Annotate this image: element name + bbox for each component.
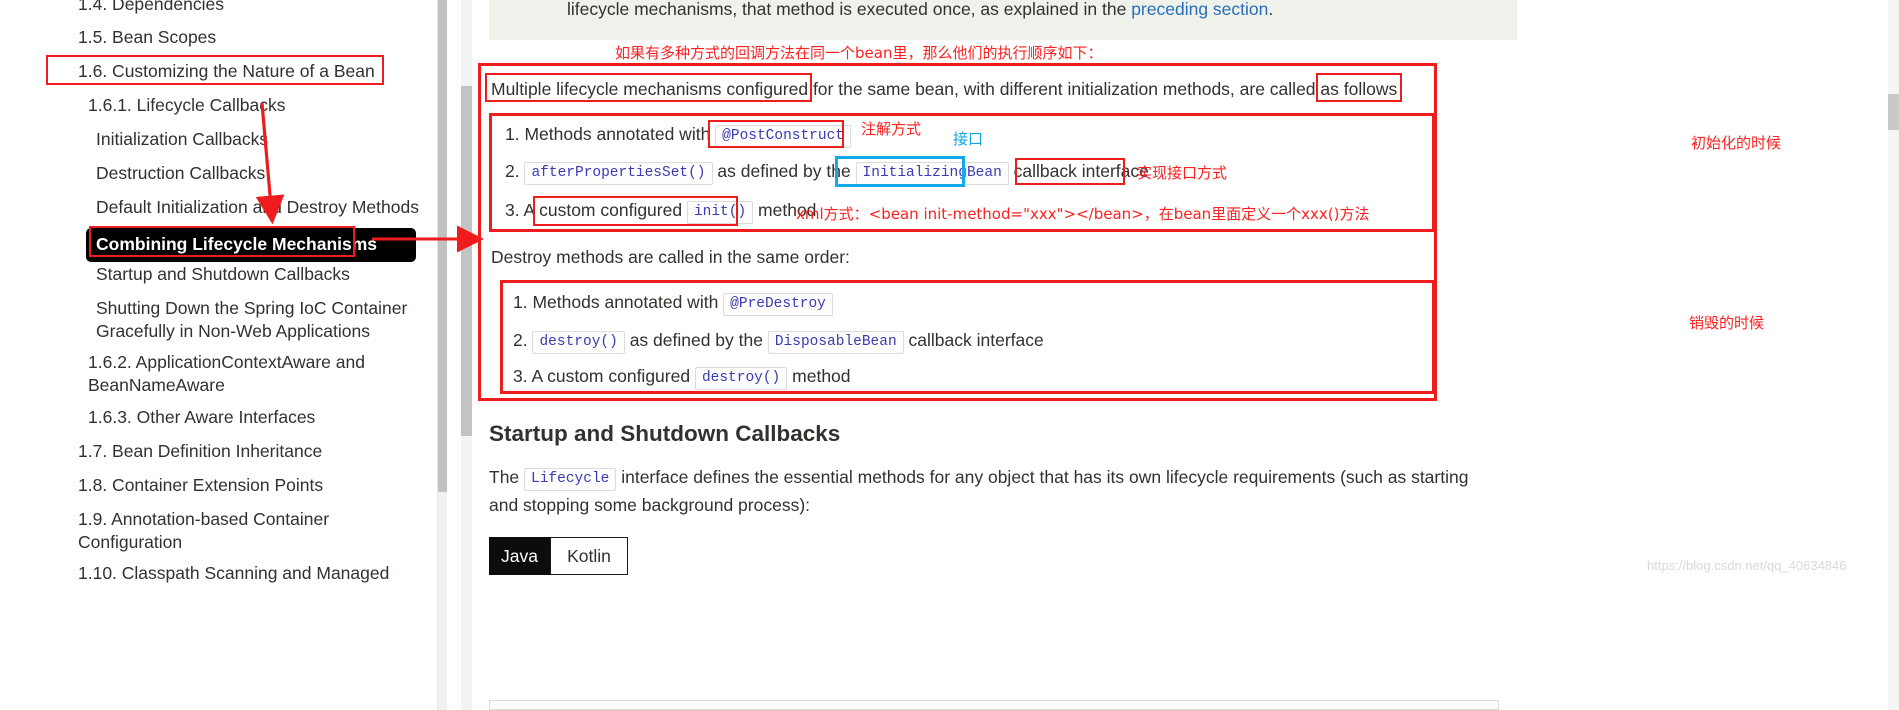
sidebar-item-customizing-nature-of-bean[interactable]: 1.6. Customizing the Nature of a Bean bbox=[78, 60, 437, 83]
destroy-list-item-3: 3. A custom configured destroy() method bbox=[513, 366, 851, 390]
sidebar-item-label: 1.6.1. Lifecycle Callbacks bbox=[88, 95, 286, 115]
list-number: 1. bbox=[513, 292, 528, 312]
destroy-list-item-2: 2. destroy() as defined by the Disposabl… bbox=[513, 330, 1044, 354]
list-number: 2. bbox=[505, 161, 520, 181]
watermark-text: https://blog.csdn.net/qq_40634846 bbox=[1647, 558, 1847, 573]
list-number: 3. bbox=[513, 366, 528, 386]
sidebar-item-label: 1.6.3. Other Aware Interfaces bbox=[88, 407, 316, 427]
admonition-text: lifecycle mechanisms, that method is exe… bbox=[567, 0, 1507, 22]
sidebar-item-label: Destruction Callbacks bbox=[96, 163, 266, 183]
document-content: lifecycle mechanisms, that method is exe… bbox=[447, 0, 1899, 710]
sidebar-item-label: Combining Lifecycle Mechanisms bbox=[96, 234, 378, 254]
list-text-pre: A bbox=[523, 200, 540, 220]
list-text-mid: as defined by the bbox=[629, 330, 768, 350]
intro-paragraph: Multiple lifecycle mechanisms configured… bbox=[491, 76, 1397, 102]
cn-note-destroy-phase: 销毁的时候 bbox=[1689, 314, 1765, 332]
sidebar-item-combining-lifecycle-mechanisms[interactable]: Combining Lifecycle Mechanisms bbox=[86, 228, 416, 262]
list-text: Methods annotated with bbox=[532, 292, 724, 312]
list-text-post: callback interface bbox=[908, 330, 1044, 350]
tab-label: Kotlin bbox=[567, 545, 611, 566]
list-text-post: method bbox=[792, 366, 851, 386]
list-text: Methods annotated with bbox=[524, 124, 716, 144]
code-disposablebean: DisposableBean bbox=[767, 331, 904, 354]
sidebar-item-label: 1.5. Bean Scopes bbox=[78, 27, 217, 47]
init-list-item-2: 2. afterPropertiesSet() as defined by th… bbox=[505, 161, 1149, 185]
cn-note-annotation-way: 注解方式 bbox=[861, 120, 922, 138]
sidebar-scrollbar-thumb[interactable] bbox=[438, 0, 447, 492]
sidebar-item-bean-scopes[interactable]: 1.5. Bean Scopes bbox=[78, 26, 437, 49]
intro-seg-1: Multiple lifecycle mechanisms configured bbox=[491, 79, 809, 99]
intro-seg-3: as follows bbox=[1320, 79, 1398, 99]
init-list-item-3: 3. A custom configured init() method bbox=[505, 200, 816, 224]
sidebar-item-application-context-aware[interactable]: 1.6.2. ApplicationContextAware and BeanN… bbox=[88, 351, 388, 397]
code-initializingbean: InitializingBean bbox=[855, 162, 1009, 185]
admonition-text-after: . bbox=[1268, 0, 1274, 19]
list-number: 2. bbox=[513, 330, 528, 350]
page-scrollbar-thumb[interactable] bbox=[1888, 94, 1899, 130]
list-number: 3. bbox=[505, 200, 520, 220]
code-destroy-custom: destroy() bbox=[694, 367, 788, 390]
cn-note-xml-way: xml方式：<bean init-method="xxx"></bean>，在b… bbox=[796, 205, 1370, 223]
code-lifecycle: Lifecycle bbox=[524, 468, 617, 491]
sidebar-item-label: 1.10. Classpath Scanning and Managed bbox=[78, 563, 390, 583]
list-text-mid: as defined by the bbox=[717, 161, 856, 181]
sidebar-item-container-extension-points[interactable]: 1.8. Container Extension Points bbox=[78, 474, 437, 497]
list-text-pre: A custom configured bbox=[531, 366, 695, 386]
cn-note-interface: 接口 bbox=[953, 130, 984, 148]
document-scrollbar-thumb[interactable] bbox=[461, 86, 472, 436]
sidebar-item-bean-definition-inheritance[interactable]: 1.7. Bean Definition Inheritance bbox=[78, 440, 437, 463]
sidebar-item-default-init-destroy-methods[interactable]: Default Initialization and Destroy Metho… bbox=[96, 196, 436, 219]
tab-java[interactable]: Java bbox=[489, 537, 550, 575]
sidebar-item-label: 1.7. Bean Definition Inheritance bbox=[78, 441, 323, 461]
sidebar-item-dependencies[interactable]: 1.4. Dependencies bbox=[78, 0, 437, 16]
sidebar-item-label: 1.8. Container Extension Points bbox=[78, 475, 324, 495]
sidebar-item-label: Initialization Callbacks bbox=[96, 129, 269, 149]
toc-sidebar: 1.4. Dependencies 1.5. Bean Scopes 1.6. … bbox=[0, 0, 437, 710]
sidebar-item-label: 1.9. Annotation-based Container Configur… bbox=[78, 509, 330, 552]
sidebar-item-initialization-callbacks[interactable]: Initialization Callbacks bbox=[96, 128, 436, 151]
sidebar-item-classpath-scanning[interactable]: 1.10. Classpath Scanning and Managed bbox=[78, 562, 418, 585]
code-init: init() bbox=[686, 201, 754, 224]
section-heading-startup-shutdown: Startup and Shutdown Callbacks bbox=[489, 421, 841, 446]
init-list-item-1: 1. Methods annotated with @PostConstruct bbox=[505, 124, 851, 148]
cn-note-implement-interface-way: 实现接口方式 bbox=[1137, 164, 1228, 182]
code-predestroy: @PreDestroy bbox=[723, 293, 833, 316]
sidebar-item-label: Startup and Shutdown Callbacks bbox=[96, 264, 350, 284]
lifecycle-seg-1: The bbox=[489, 467, 525, 487]
sidebar-item-label: Default Initialization and Destroy Metho… bbox=[96, 197, 419, 217]
sidebar-item-lifecycle-callbacks[interactable]: 1.6.1. Lifecycle Callbacks bbox=[88, 94, 437, 117]
code-block-area bbox=[489, 700, 1499, 710]
destroy-list-item-1: 1. Methods annotated with @PreDestroy bbox=[513, 292, 833, 316]
intro-seg-2: for the same bean, with different initia… bbox=[808, 79, 1321, 99]
code-afterpropertiesset: afterPropertiesSet() bbox=[524, 162, 713, 185]
tab-kotlin[interactable]: Kotlin bbox=[550, 537, 628, 575]
code-destroy: destroy() bbox=[532, 331, 625, 354]
sidebar-item-shutting-down-ioc-gracefully[interactable]: Shutting Down the Spring IoC Container G… bbox=[96, 297, 416, 343]
list-text-boxed: custom configured bbox=[539, 200, 687, 220]
tab-label: Java bbox=[501, 545, 538, 566]
sidebar-item-startup-shutdown-callbacks[interactable]: Startup and Shutdown Callbacks bbox=[96, 263, 436, 286]
sidebar-item-annotation-based-config[interactable]: 1.9. Annotation-based Container Configur… bbox=[78, 508, 348, 554]
lifecycle-paragraph: The Lifecycle interface defines the esse… bbox=[489, 464, 1499, 518]
sidebar-item-destruction-callbacks[interactable]: Destruction Callbacks bbox=[96, 162, 436, 185]
lifecycle-seg-2: interface defines the essential methods … bbox=[489, 467, 1469, 515]
sidebar-item-label: 1.4. Dependencies bbox=[78, 0, 224, 14]
destroy-intro-paragraph: Destroy methods are called in the same o… bbox=[491, 247, 850, 267]
sidebar-item-label: 1.6.2. ApplicationContextAware and BeanN… bbox=[88, 352, 365, 395]
list-number: 1. bbox=[505, 124, 520, 144]
sidebar-item-other-aware-interfaces[interactable]: 1.6.3. Other Aware Interfaces bbox=[88, 406, 437, 429]
cn-note-init-phase: 初始化的时候 bbox=[1691, 134, 1782, 152]
sidebar-item-label: 1.6. Customizing the Nature of a Bean bbox=[78, 61, 375, 81]
admonition-text-before: lifecycle mechanisms, that method is exe… bbox=[567, 0, 1132, 19]
sidebar-item-label: Shutting Down the Spring IoC Container G… bbox=[96, 298, 408, 341]
preceding-section-link[interactable]: preceding section bbox=[1131, 0, 1268, 19]
cn-note-execution-order: 如果有多种方式的回调方法在同一个bean里，那么他们的执行顺序如下： bbox=[615, 44, 1103, 62]
list-text-post: callback interface bbox=[1013, 161, 1149, 181]
code-postconstruct: @PostConstruct bbox=[715, 125, 851, 148]
page-root: 1.4. Dependencies 1.5. Bean Scopes 1.6. … bbox=[0, 0, 1899, 710]
